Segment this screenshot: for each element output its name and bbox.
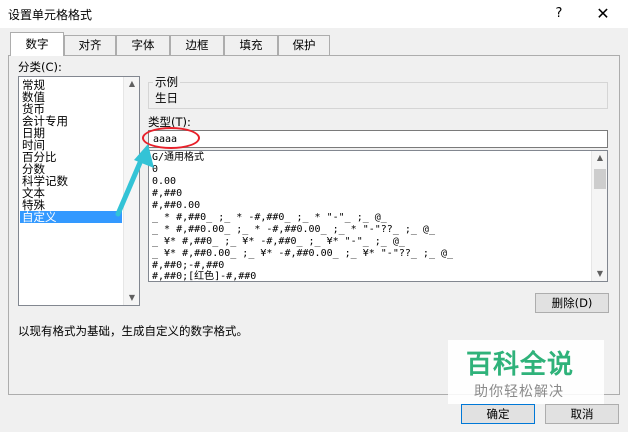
type-input[interactable]: aaaa — [148, 130, 608, 148]
category-label: 分类(C): — [18, 60, 62, 74]
scroll-down-icon[interactable]: ▼ — [124, 291, 140, 305]
tab-font[interactable]: 字体 — [116, 35, 170, 55]
annotation-arrow-icon — [115, 144, 154, 217]
ok-button[interactable]: 确定 — [461, 404, 535, 424]
tab-number[interactable]: 数字 — [10, 32, 64, 56]
title-bar — [0, 0, 628, 28]
format-list[interactable]: G/通用格式 0 0.00 #,##0 #,##0.00 _ * #,##0_ … — [148, 150, 608, 282]
sample-group — [148, 82, 608, 109]
window-title: 设置单元格格式 — [8, 8, 93, 22]
format-item[interactable]: _ * #,##0_ ;_ * -#,##0_ ;_ * "-"_ ;_ @_ — [152, 212, 387, 224]
category-item-custom[interactable]: 自定义 — [20, 211, 122, 223]
delete-button[interactable]: 删除(D) — [535, 293, 609, 313]
watermark-subtitle: 助你轻松解决 — [474, 384, 564, 400]
help-button[interactable]: ? — [546, 2, 572, 26]
description-text: 以现有格式为基础，生成自定义的数字格式。 — [18, 324, 248, 338]
close-button[interactable]: ✕ — [588, 2, 618, 26]
scroll-up-icon[interactable]: ▲ — [124, 77, 140, 91]
sample-value: 生日 — [155, 91, 178, 105]
format-item[interactable]: _ ¥* #,##0_ ;_ ¥* -#,##0_ ;_ ¥* "-"_ ;_ … — [152, 236, 405, 248]
tab-alignment[interactable]: 对齐 — [64, 35, 116, 55]
sample-label: 示例 — [153, 74, 180, 90]
format-item[interactable]: _ * #,##0.00_ ;_ * -#,##0.00_ ;_ * "-"??… — [152, 224, 435, 236]
scroll-down-icon[interactable]: ▼ — [592, 267, 607, 281]
tab-fill[interactable]: 填充 — [224, 35, 278, 55]
scroll-up-icon[interactable]: ▲ — [592, 151, 607, 165]
scroll-thumb[interactable] — [594, 169, 606, 189]
tab-border[interactable]: 边框 — [170, 35, 224, 55]
watermark-title: 百科全说 — [466, 350, 575, 380]
tab-protection[interactable]: 保护 — [278, 35, 330, 55]
format-scrollbar[interactable]: ▲ ▼ — [591, 151, 607, 281]
format-item[interactable]: _ ¥* #,##0.00_ ;_ ¥* -#,##0.00_ ;_ ¥* "-… — [152, 248, 453, 260]
format-item[interactable]: #,##0;[红色]-#,##0 — [152, 271, 256, 281]
cancel-button[interactable]: 取消 — [545, 404, 619, 424]
